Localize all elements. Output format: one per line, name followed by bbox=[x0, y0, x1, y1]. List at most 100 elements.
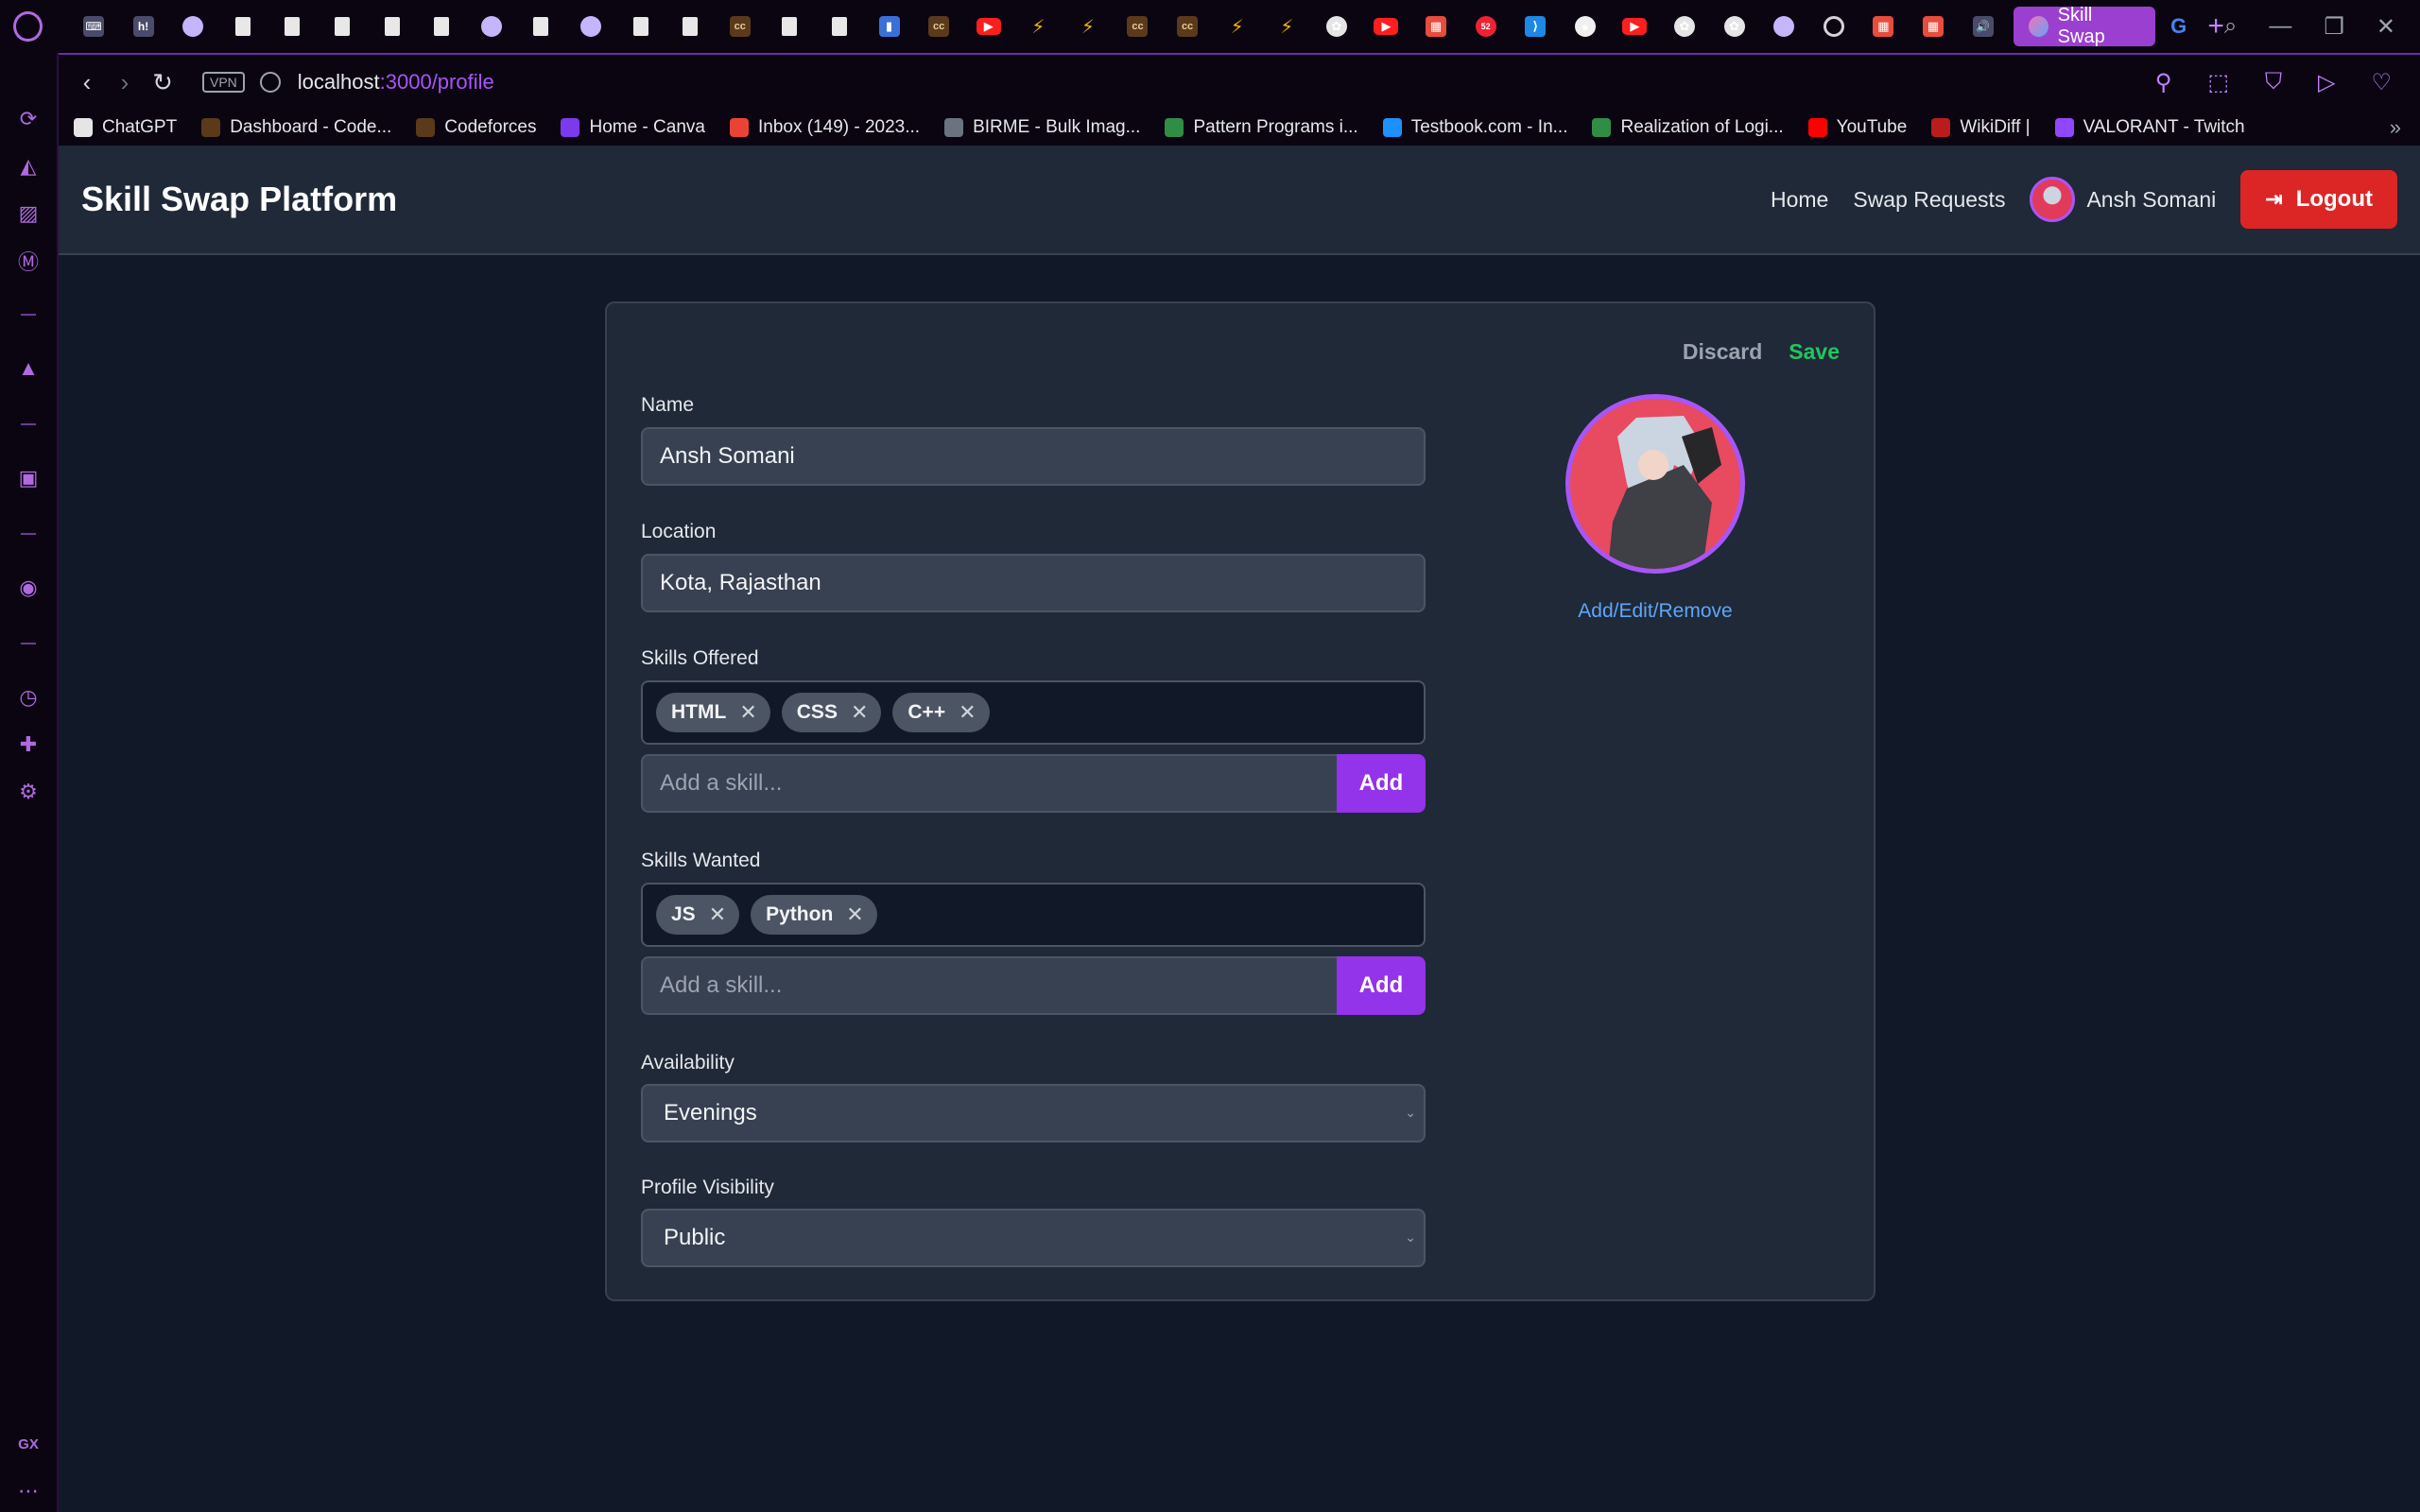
brand-title[interactable]: Skill Swap Platform bbox=[81, 180, 397, 219]
close-window-icon[interactable]: ✕ bbox=[2377, 13, 2395, 41]
bookmarks-overflow-icon[interactable]: » bbox=[2390, 115, 2401, 140]
reload-icon[interactable]: ↻ bbox=[144, 68, 182, 97]
pinned-tab[interactable]: ⚡ bbox=[1013, 6, 1063, 47]
spotify-icon[interactable]: ◉ bbox=[15, 575, 42, 601]
speed-dial-icon[interactable]: ⟳ bbox=[15, 106, 42, 132]
pinned-tab[interactable]: ▶ bbox=[963, 6, 1013, 47]
twitch-icon[interactable]: ▣ bbox=[15, 465, 42, 491]
minimize-icon[interactable]: — bbox=[2269, 13, 2291, 40]
aria-icon[interactable]: ▲ bbox=[15, 355, 42, 382]
bookmark-item[interactable]: Inbox (149) - 2023... bbox=[729, 117, 920, 138]
pinned-tab[interactable] bbox=[815, 6, 865, 47]
back-icon[interactable]: ‹ bbox=[68, 68, 106, 97]
tab-skill-swap[interactable]: Skill Swap bbox=[2013, 5, 2155, 47]
skills-wanted-input[interactable]: Add a skill... bbox=[641, 956, 1337, 1015]
bookmark-item[interactable]: WikiDiff | bbox=[1931, 117, 2031, 138]
bookmark-item[interactable]: Testbook.com - In... bbox=[1382, 117, 1567, 138]
profile-photo[interactable] bbox=[1565, 394, 1745, 574]
pinned-tab[interactable]: ● bbox=[1561, 6, 1611, 47]
heart-icon[interactable]: ♡ bbox=[2371, 69, 2392, 96]
bookmark-item[interactable]: Dashboard - Code... bbox=[201, 117, 391, 138]
bookmark-item[interactable]: ChatGPT bbox=[74, 117, 177, 138]
pinned-tab[interactable]: cc bbox=[715, 6, 765, 47]
bookmark-item[interactable]: Home - Canva bbox=[561, 117, 705, 138]
bookmark-item[interactable]: VALORANT - Twitch bbox=[2054, 117, 2245, 138]
remove-skill-close-icon[interactable]: ✕ bbox=[851, 700, 868, 725]
pinned-tab[interactable]: ⚡ bbox=[1262, 6, 1312, 47]
snapshot-icon[interactable]: ⬚ bbox=[2207, 69, 2229, 96]
discard-button[interactable]: Discard bbox=[1683, 339, 1762, 365]
remove-skill-close-icon[interactable]: ✕ bbox=[739, 700, 756, 725]
pinned-tab[interactable]: ⚡ bbox=[1063, 6, 1114, 47]
vpn-badge[interactable]: VPN bbox=[202, 72, 245, 93]
pinned-tab[interactable]: ▮ bbox=[864, 6, 914, 47]
skills-offered-input[interactable]: Add a skill... bbox=[641, 754, 1337, 813]
pinboard-icon[interactable]: ▨ bbox=[15, 200, 42, 227]
forward-icon[interactable]: › bbox=[106, 68, 144, 97]
pinned-tab[interactable] bbox=[217, 6, 268, 47]
shield-icon[interactable]: ⛉ bbox=[2265, 69, 2282, 96]
pinned-tab[interactable] bbox=[666, 6, 716, 47]
pinned-tab[interactable]: ▦ bbox=[1858, 6, 1909, 47]
nav-swap-requests-link[interactable]: Swap Requests bbox=[1853, 187, 2005, 213]
extensions-icon[interactable]: ✚ bbox=[15, 731, 42, 758]
bookmark-item[interactable]: BIRME - Bulk Imag... bbox=[944, 117, 1140, 138]
pinned-tab[interactable] bbox=[1808, 6, 1858, 47]
nav-home-link[interactable]: Home bbox=[1771, 187, 1828, 213]
pinned-tab[interactable]: h! bbox=[118, 6, 168, 47]
url-field[interactable]: localhost:3000/profile bbox=[298, 70, 494, 94]
name-field[interactable]: Ansh Somani bbox=[641, 427, 1426, 486]
location-field[interactable]: Kota, Rajasthan bbox=[641, 554, 1426, 612]
pinned-tab[interactable] bbox=[417, 6, 467, 47]
flow-icon[interactable]: ▷ bbox=[2318, 69, 2335, 96]
gx-icon[interactable]: GX bbox=[15, 1431, 42, 1457]
maximize-icon[interactable]: ❐ bbox=[2324, 13, 2344, 41]
add-offered-skill-button[interactable]: Add bbox=[1337, 754, 1426, 813]
photo-edit-link[interactable]: Add/Edit/Remove bbox=[1543, 600, 1768, 623]
avatar[interactable] bbox=[2030, 177, 2076, 222]
ai-icon[interactable]: ◭ bbox=[15, 153, 42, 180]
pinned-tab[interactable]: cc bbox=[1163, 6, 1213, 47]
bookmark-item[interactable]: Realization of Logi... bbox=[1592, 117, 1784, 138]
pinned-tab[interactable]: ▦ bbox=[1411, 6, 1461, 47]
pinned-tab[interactable] bbox=[615, 6, 666, 47]
history-icon[interactable]: ◷ bbox=[15, 684, 42, 711]
save-button[interactable]: Save bbox=[1789, 339, 1840, 365]
pinned-tab[interactable]: cc bbox=[1113, 6, 1163, 47]
pinned-tab[interactable]: ✿ bbox=[1312, 6, 1362, 47]
site-info-icon[interactable] bbox=[259, 72, 281, 93]
tab-google[interactable]: G bbox=[2155, 6, 2202, 47]
logout-button[interactable]: ⇥ Logout bbox=[2240, 170, 2397, 229]
remove-skill-close-icon[interactable]: ✕ bbox=[959, 700, 976, 725]
pinned-tab[interactable] bbox=[1759, 6, 1809, 47]
pinned-tab[interactable]: ▶ bbox=[1361, 6, 1411, 47]
bookmark-item[interactable]: Codeforces bbox=[416, 117, 536, 138]
pinned-tab[interactable] bbox=[268, 6, 318, 47]
pinned-tab[interactable]: ✿ bbox=[1660, 6, 1710, 47]
pinned-tab[interactable]: ⚡ bbox=[1212, 6, 1262, 47]
bookmark-item[interactable]: YouTube bbox=[1807, 117, 1907, 138]
pinned-tab[interactable]: ⟩ bbox=[1511, 6, 1561, 47]
pin-icon[interactable]: ⚲ bbox=[2155, 69, 2172, 96]
pinned-tab[interactable]: 52 bbox=[1461, 6, 1511, 47]
pinned-tab[interactable]: ⌨ bbox=[69, 6, 119, 47]
pinned-tab[interactable] bbox=[318, 6, 368, 47]
pinned-tab[interactable] bbox=[516, 6, 566, 47]
settings-gear-icon[interactable]: ⚙ bbox=[15, 779, 42, 805]
remove-skill-close-icon[interactable]: ✕ bbox=[709, 902, 726, 927]
pinned-tab[interactable]: cc bbox=[914, 6, 964, 47]
availability-select[interactable]: Evenings ⌄ bbox=[641, 1084, 1426, 1143]
pinned-tab[interactable] bbox=[168, 6, 218, 47]
opera-logo-icon[interactable] bbox=[13, 11, 43, 42]
bookmark-item[interactable]: Pattern Programs i... bbox=[1165, 117, 1358, 138]
pinned-tab[interactable]: ▦ bbox=[1909, 6, 1959, 47]
pinned-tab[interactable]: 🔊 bbox=[1958, 6, 2008, 47]
pinned-tab[interactable]: ▶ bbox=[1610, 6, 1660, 47]
pinned-tab[interactable] bbox=[466, 6, 516, 47]
pinned-tab[interactable] bbox=[367, 6, 417, 47]
new-tab-button[interactable]: + bbox=[2207, 10, 2224, 43]
messenger-icon[interactable]: Ⓜ bbox=[15, 248, 42, 274]
add-wanted-skill-button[interactable]: Add bbox=[1337, 956, 1426, 1015]
pinned-tab[interactable]: ✿ bbox=[1709, 6, 1759, 47]
pinned-tab[interactable] bbox=[765, 6, 815, 47]
